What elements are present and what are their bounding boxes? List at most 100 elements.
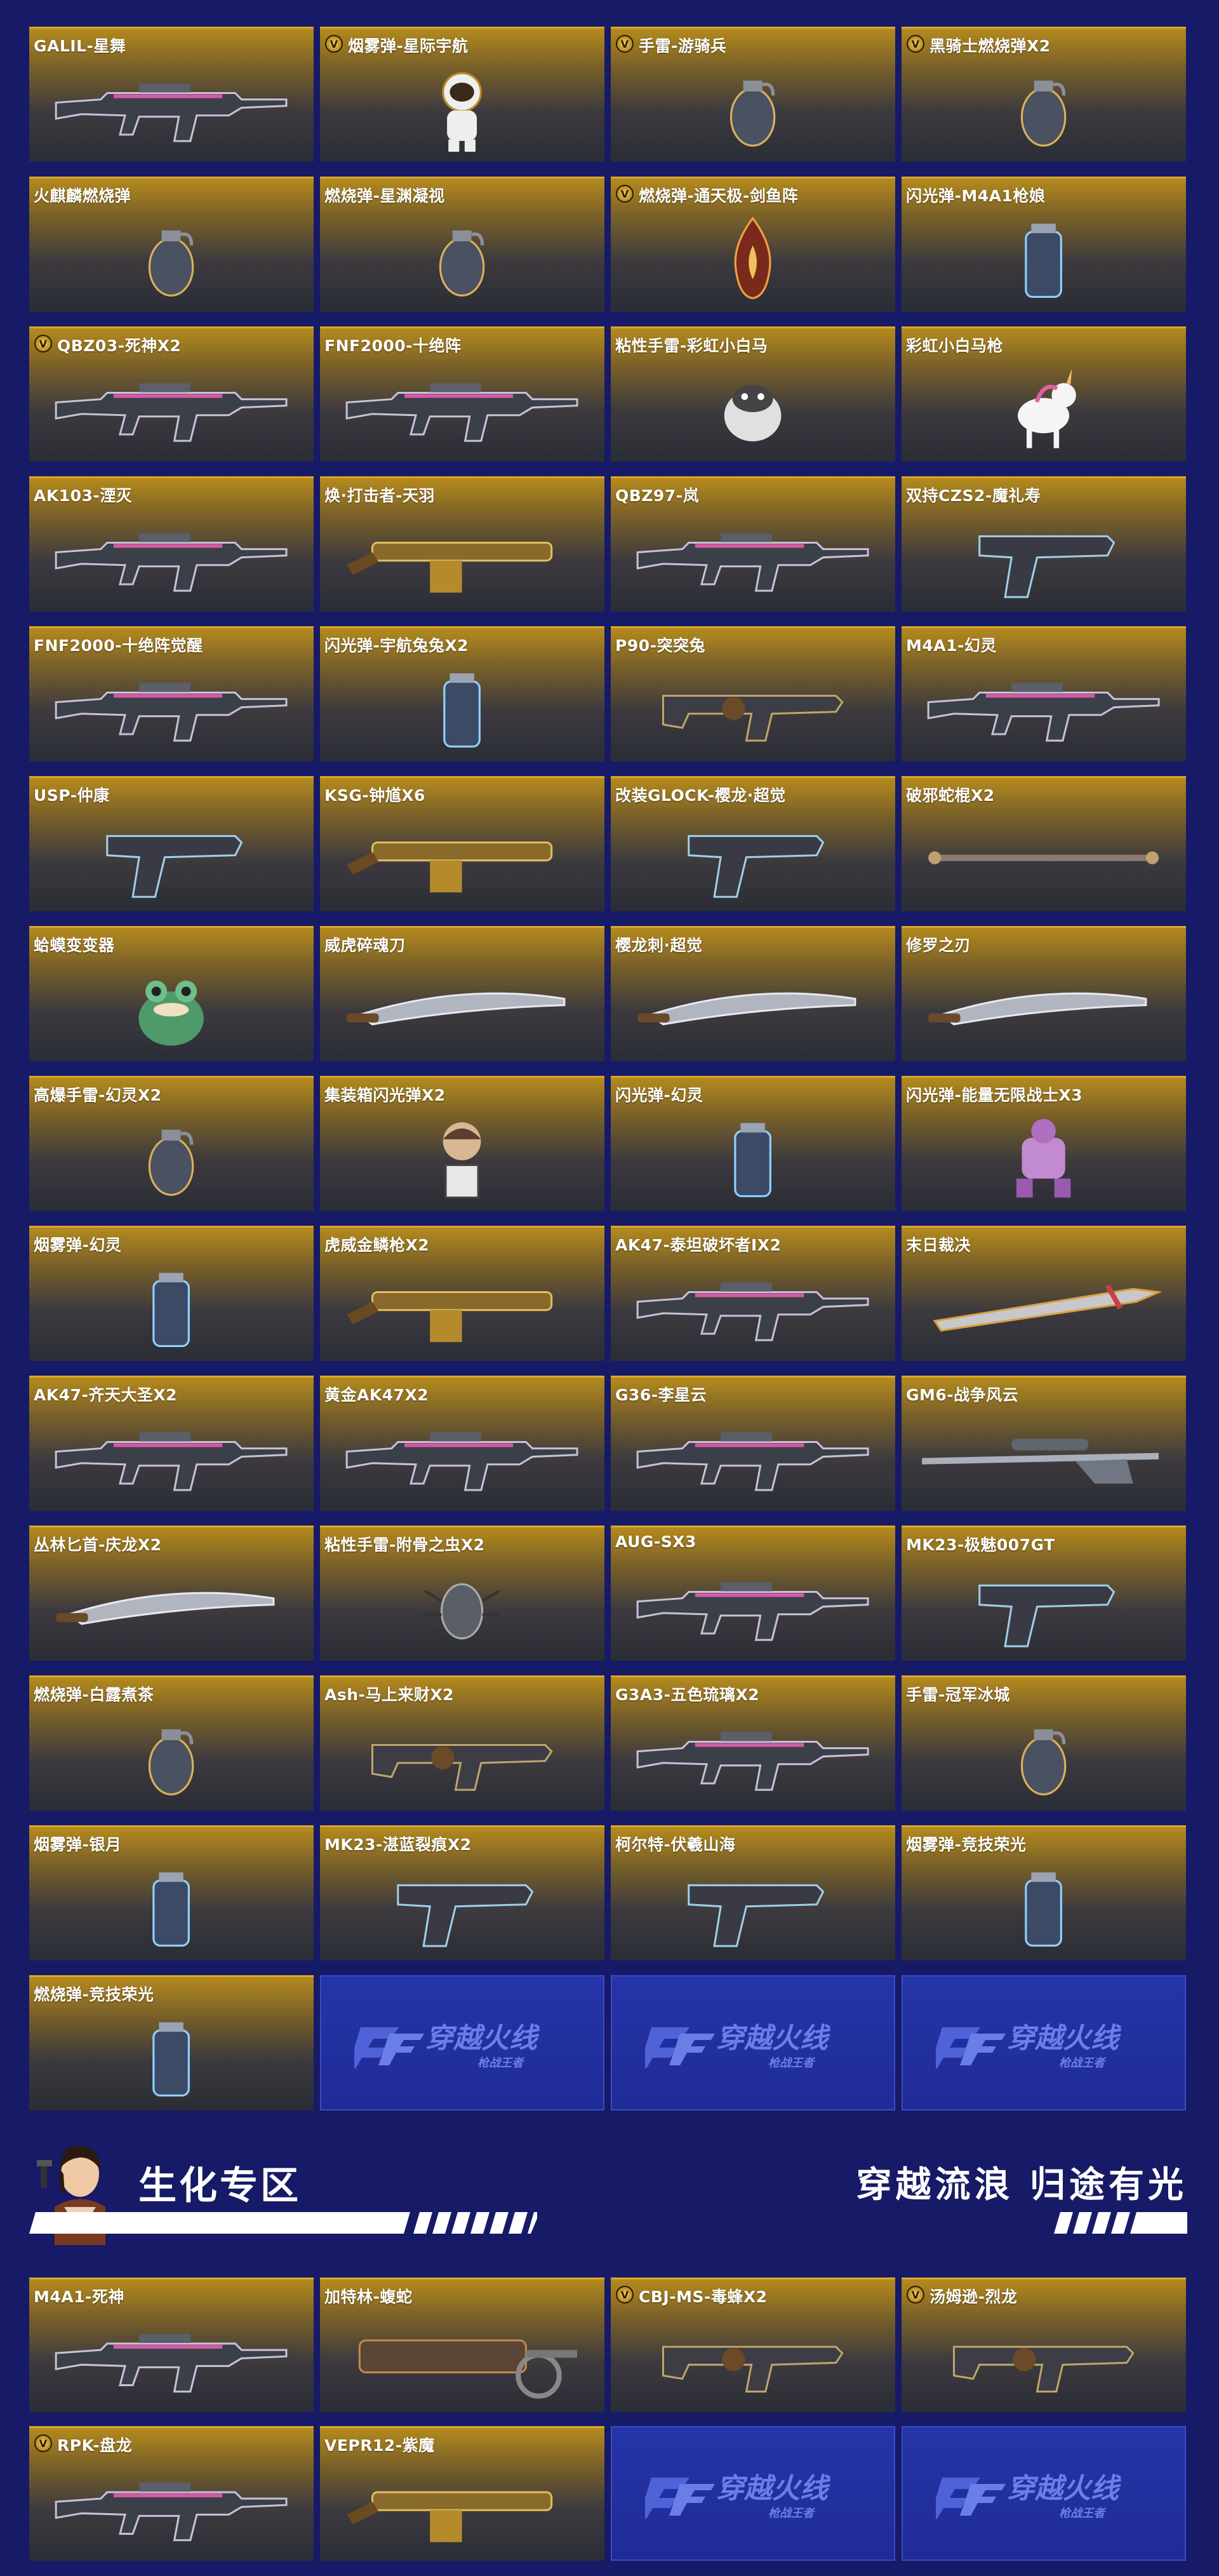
item-card[interactable]: FNF2000-十绝阵觉醒 xyxy=(29,626,314,761)
item-name: 汤姆逊-烈龙 xyxy=(929,2288,1018,2306)
rifle-icon xyxy=(611,506,895,612)
item-card[interactable]: V 黑骑士燃烧弹X2 xyxy=(902,27,1186,162)
item-card[interactable]: MK23-湛蓝裂痕X2 xyxy=(320,1825,604,1961)
item-card[interactable]: 丛林匕首-庆龙X2 xyxy=(29,1526,314,1661)
item-card[interactable]: KSG-钟馗X6 xyxy=(320,776,604,911)
item-card[interactable]: V 汤姆逊-烈龙 xyxy=(902,2277,1186,2412)
item-card[interactable]: 双持CZS2-魔礼寿 xyxy=(902,476,1186,612)
vip-badge-icon: V xyxy=(616,35,634,53)
item-card[interactable]: Ash-马上来财X2 xyxy=(320,1675,604,1811)
item-card[interactable]: AUG-SX3 xyxy=(611,1526,895,1661)
item-card[interactable]: 火麒麟燃烧弹 xyxy=(29,177,314,312)
item-card[interactable]: V 烟雾弹-星际宇航 xyxy=(320,27,604,162)
svg-text:穿越火线: 穿越火线 xyxy=(1007,2022,1122,2055)
frog-icon xyxy=(29,956,314,1061)
item-card[interactable]: GALIL-星舞 xyxy=(29,27,314,162)
item-card[interactable]: 柯尔特-伏羲山海 xyxy=(611,1825,895,1961)
grenade-icon xyxy=(320,206,604,312)
item-card[interactable]: V 燃烧弹-通天极-剑鱼阵 xyxy=(611,177,895,312)
item-card[interactable]: 闪光弹-M4A1枪娘 xyxy=(902,177,1186,312)
item-card[interactable]: 烟雾弹-竞技荣光 xyxy=(902,1825,1186,1961)
item-card[interactable]: 闪光弹-幻灵 xyxy=(611,1076,895,1211)
item-name: M4A1-幻灵 xyxy=(906,636,997,655)
item-card[interactable]: 修罗之刃 xyxy=(902,926,1186,1061)
item-card[interactable]: 燃烧弹-星渊凝视 xyxy=(320,177,604,312)
item-name: 火麒麟燃烧弹 xyxy=(34,187,131,205)
item-card[interactable]: G3A3-五色琉璃X2 xyxy=(611,1675,895,1811)
item-card[interactable]: USP-仲康 xyxy=(29,776,314,911)
item-card[interactable]: V QBZ03-死神X2 xyxy=(29,326,314,462)
item-card[interactable]: V CBJ-MS-毒蜂X2 xyxy=(611,2277,895,2412)
item-card[interactable]: 燃烧弹-白露煮茶 xyxy=(29,1675,314,1811)
item-name: AUG-SX3 xyxy=(615,1533,696,1551)
item-name: G3A3-五色琉璃X2 xyxy=(615,1686,760,1704)
logo-placeholder-card: 穿越火线 枪战王者 xyxy=(611,1975,895,2110)
item-card[interactable]: P90-突突兔 xyxy=(611,626,895,761)
item-card[interactable]: M4A1-死神 xyxy=(29,2277,314,2412)
item-card[interactable]: 燃烧弹-竞技荣光 xyxy=(29,1975,314,2110)
item-card[interactable]: 彩虹小白马枪 xyxy=(902,326,1186,462)
item-card[interactable]: 手雷-冠军冰城 xyxy=(902,1675,1186,1811)
item-card[interactable]: AK47-齐天大圣X2 xyxy=(29,1376,314,1511)
item-card[interactable]: 粘性手雷-附骨之虫X2 xyxy=(320,1526,604,1661)
item-card[interactable]: FNF2000-十绝阵 xyxy=(320,326,604,462)
item-card[interactable]: 粘性手雷-彩虹小白马 xyxy=(611,326,895,462)
item-card[interactable]: 焕·打击者-天羽 xyxy=(320,476,604,612)
rifle-icon xyxy=(29,356,314,462)
item-card[interactable]: 闪光弹-宇航兔兔X2 xyxy=(320,626,604,761)
shotgun-icon xyxy=(320,806,604,911)
item-card[interactable]: 加特林-蝮蛇 xyxy=(320,2277,604,2412)
flame-icon xyxy=(611,206,895,312)
item-card[interactable]: 改装GLOCK-樱龙·超觉 xyxy=(611,776,895,911)
item-name: 手雷-游骑兵 xyxy=(639,37,727,55)
item-card[interactable]: QBZ97-岚 xyxy=(611,476,895,612)
item-card[interactable]: V RPK-盘龙 xyxy=(29,2426,314,2561)
blade-icon xyxy=(611,956,895,1061)
grenade-icon xyxy=(29,1705,314,1811)
item-name: KSG-钟馗X6 xyxy=(324,786,425,805)
item-name: 燃烧弹-白露煮茶 xyxy=(34,1686,154,1704)
rifle-icon xyxy=(320,1405,604,1511)
smg-icon xyxy=(320,1705,604,1811)
item-card[interactable]: 烟雾弹-银月 xyxy=(29,1825,314,1961)
blade-icon xyxy=(29,1555,314,1661)
pistol-icon xyxy=(611,1855,895,1961)
unicorn-icon xyxy=(902,356,1186,462)
item-name: Ash-马上来财X2 xyxy=(324,1686,455,1704)
item-name: 闪光弹-M4A1枪娘 xyxy=(906,187,1046,205)
item-card[interactable]: 蛤蟆变变器 xyxy=(29,926,314,1061)
item-card[interactable]: AK47-泰坦破坏者ⅠX2 xyxy=(611,1226,895,1361)
vip-badge-icon: V xyxy=(34,2434,52,2452)
item-card[interactable]: AK103-湮灭 xyxy=(29,476,314,612)
item-card[interactable]: V 手雷-游骑兵 xyxy=(611,27,895,162)
item-card[interactable]: G36-李星云 xyxy=(611,1376,895,1511)
item-name: 粘性手雷-彩虹小白马 xyxy=(615,337,768,355)
item-card[interactable]: 威虎碎魂刀 xyxy=(320,926,604,1061)
shotgun-icon xyxy=(320,506,604,612)
item-name: 集装箱闪光弹X2 xyxy=(324,1086,446,1104)
item-card[interactable]: M4A1-幻灵 xyxy=(902,626,1186,761)
item-name: 末日裁决 xyxy=(906,1236,971,1254)
item-name: 蛤蟆变变器 xyxy=(34,936,115,955)
item-card[interactable]: 集装箱闪光弹X2 xyxy=(320,1076,604,1211)
item-card[interactable]: 黄金AK47X2 xyxy=(320,1376,604,1511)
item-card[interactable]: 樱龙刺·超觉 xyxy=(611,926,895,1061)
pistol-icon xyxy=(611,806,895,911)
cf-logo-icon: 穿越火线 枪战王者 xyxy=(936,2472,1122,2520)
item-card[interactable]: 高爆手雷-幻灵X2 xyxy=(29,1076,314,1211)
sniper-icon xyxy=(902,1405,1186,1511)
item-card[interactable]: VEPR12-紫魔 xyxy=(320,2426,604,2561)
item-card[interactable]: 末日裁决 xyxy=(902,1226,1186,1361)
item-card[interactable]: MK23-极魅007GT xyxy=(902,1526,1186,1661)
decorative-stripe-bar xyxy=(29,2212,537,2234)
item-card[interactable]: 虎威金鳞枪X2 xyxy=(320,1226,604,1361)
item-card[interactable]: GM6-战争风云 xyxy=(902,1376,1186,1511)
item-card[interactable]: 烟雾弹-幻灵 xyxy=(29,1226,314,1361)
item-name: 闪光弹-能量无限战士X3 xyxy=(906,1086,1083,1104)
grenade-icon xyxy=(611,57,895,162)
item-card[interactable]: 破邪蛇棍X2 xyxy=(902,776,1186,911)
grenade-icon xyxy=(29,1106,314,1211)
item-card[interactable]: 闪光弹-能量无限战士X3 xyxy=(902,1076,1186,1211)
vip-badge-icon: V xyxy=(907,2286,924,2304)
item-name: M4A1-死神 xyxy=(34,2288,124,2306)
